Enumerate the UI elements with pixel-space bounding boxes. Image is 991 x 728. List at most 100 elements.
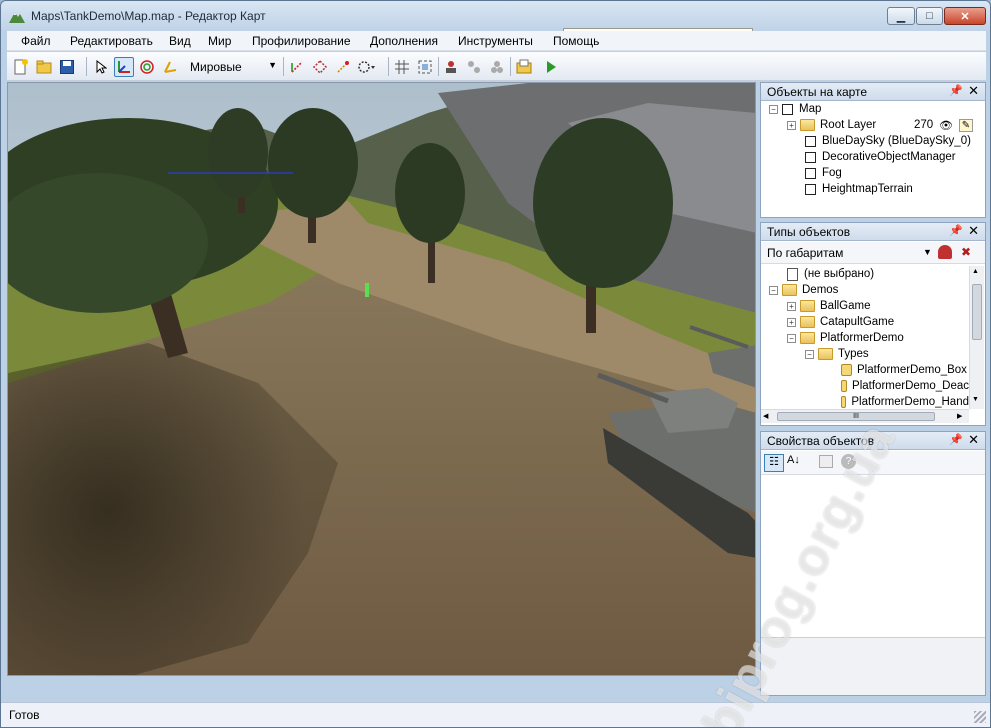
coordinate-mode-value: Мировые <box>190 60 242 74</box>
coordinate-mode-select[interactable]: Мировые ▼ <box>185 57 281 77</box>
grid-icon[interactable] <box>392 57 412 77</box>
document-icon <box>787 267 798 281</box>
types-item-catapultgame[interactable]: + CatapultGame <box>787 314 894 330</box>
types-item-platformer-box[interactable]: PlatformerDemo_Box <box>841 362 969 378</box>
menu-tools[interactable]: Инструменты <box>458 34 533 48</box>
menu-profiling[interactable]: Профилирование <box>252 34 351 48</box>
expand-icon[interactable]: + <box>787 120 796 130</box>
focus-icon[interactable] <box>415 57 435 77</box>
tree-item-label: (не выбрано) <box>804 268 875 280</box>
minimize-button[interactable]: ▁ <box>887 7 915 25</box>
scroll-up-icon[interactable]: ▲ <box>972 268 979 275</box>
title-bar[interactable]: Maps\TankDemo\Map.map - Редактор Карт ▁ … <box>1 1 990 31</box>
collapse-icon[interactable]: − <box>769 285 778 295</box>
collapse-icon[interactable]: − <box>769 104 778 114</box>
tree-item-label: BallGame <box>820 300 871 312</box>
tree-item-label: HeightmapTerrain <box>822 183 913 195</box>
types-item-platformer-hand[interactable]: PlatformerDemo_Hand <box>841 394 969 410</box>
folder-icon <box>800 332 815 344</box>
new-file-icon[interactable] <box>11 57 31 77</box>
menu-help[interactable]: Помощь <box>553 34 599 48</box>
close-icon[interactable]: ✕ <box>968 223 979 239</box>
select-arrow-icon[interactable] <box>91 57 111 77</box>
tree-item-fog[interactable]: Fog <box>805 165 842 181</box>
scene-viewport[interactable] <box>7 82 756 676</box>
types-item-demos[interactable]: − Demos <box>769 282 838 298</box>
save-icon[interactable] <box>57 57 77 77</box>
toolbar-separator <box>283 57 284 76</box>
tree-item-label: CatapultGame <box>820 316 895 328</box>
menu-world[interactable]: Мир <box>208 34 231 48</box>
collapse-icon[interactable]: − <box>805 349 814 359</box>
object-types-panel-title: Типы объектов <box>767 225 851 239</box>
objects-panel-title: Объекты на карте <box>767 85 868 99</box>
close-button[interactable]: ✕ <box>944 7 986 25</box>
expand-icon[interactable]: + <box>787 301 796 311</box>
edit-icon[interactable]: ✎ <box>959 118 973 132</box>
types-item-none[interactable]: (не выбрано) <box>787 266 874 282</box>
pin-icon[interactable]: 📌 <box>949 433 963 446</box>
tree-item-map[interactable]: − Map <box>769 101 821 117</box>
type-icon <box>841 380 848 392</box>
create-object-icon[interactable] <box>938 245 952 259</box>
tree-item-label: PlatformerDemo_Box <box>857 364 967 376</box>
main-toolbar: Мировые ▼ <box>7 52 986 81</box>
delete-icon[interactable]: ✖ <box>961 245 971 259</box>
tree-item-heightmap-terrain[interactable]: HeightmapTerrain <box>805 181 913 197</box>
move-gizmo-icon[interactable] <box>114 57 134 77</box>
tree-item-bluedaysky[interactable]: BlueDaySky (BlueDaySky_0) <box>805 133 971 149</box>
tree-item-label: DecorativeObjectManager <box>822 151 956 163</box>
maximize-button[interactable]: □ <box>916 7 943 25</box>
folder-icon <box>782 284 797 296</box>
toolbar-separator <box>86 57 87 76</box>
menu-edit[interactable]: Редактировать <box>70 34 153 48</box>
tree-item-label: PlatformerDemo_Deac <box>852 380 969 392</box>
pin-icon[interactable]: 📌 <box>949 224 963 237</box>
tree-item-label: Map <box>799 103 822 115</box>
scale-gizmo-icon[interactable] <box>160 57 180 77</box>
menu-addons[interactable]: Дополнения <box>370 34 438 48</box>
tree-item-root-layer[interactable]: + Root Layer 270 👁 ✎ <box>787 117 983 133</box>
types-item-platformer-dead[interactable]: PlatformerDemo_Deac <box>841 378 969 394</box>
open-folder-icon[interactable] <box>34 57 54 77</box>
chevron-down-icon[interactable]: ▼ <box>923 247 932 257</box>
scroll-right-icon[interactable]: ▶ <box>957 412 962 420</box>
rotate-gizmo-icon[interactable] <box>137 57 157 77</box>
properties-icon[interactable] <box>514 57 534 77</box>
sort-alphabetical-icon[interactable]: A↓ <box>787 454 800 466</box>
snap-move-icon[interactable] <box>287 57 307 77</box>
snap-align-icon[interactable] <box>356 57 376 77</box>
types-item-types[interactable]: − Types <box>805 346 869 362</box>
folder-icon <box>800 119 815 131</box>
close-icon[interactable]: ✕ <box>968 432 979 448</box>
collapse-icon[interactable]: − <box>787 333 796 343</box>
object-types-panel: Типы объектов 📌 ✕ По габаритам ▼ ✖ (не в… <box>760 222 986 426</box>
folder-icon <box>818 348 833 360</box>
play-icon[interactable] <box>541 57 561 77</box>
chevron-down-icon: ▼ <box>268 60 277 70</box>
scroll-down-icon[interactable]: ▼ <box>972 396 979 403</box>
categorized-view-icon[interactable]: ☷ <box>764 454 784 472</box>
tree-item-decorative-manager[interactable]: DecorativeObjectManager <box>805 149 956 165</box>
toolbar-separator <box>438 57 439 76</box>
types-item-ballgame[interactable]: + BallGame <box>787 298 871 314</box>
expand-icon[interactable]: + <box>787 317 796 327</box>
snap-rotate-icon[interactable] <box>310 57 330 77</box>
types-item-platformerdemo[interactable]: − PlatformerDemo <box>787 330 904 346</box>
types-filter-select[interactable]: По габаритам <box>767 246 843 260</box>
window-title: Maps\TankDemo\Map.map - Редактор Карт <box>31 9 266 23</box>
close-icon[interactable]: ✕ <box>968 83 979 99</box>
create-object-icon[interactable] <box>441 57 461 77</box>
status-text: Готов <box>9 708 40 722</box>
menu-file[interactable]: Файл <box>21 34 51 48</box>
resize-grip-icon[interactable] <box>974 711 986 723</box>
scroll-left-icon[interactable]: ◀ <box>763 412 768 420</box>
snap-scale-icon[interactable] <box>333 57 353 77</box>
types-vertical-scrollbar[interactable]: ▲ ▼ <box>969 266 984 409</box>
pin-icon[interactable]: 📌 <box>949 84 963 97</box>
scrollbar-thumb[interactable] <box>972 284 982 340</box>
eye-icon[interactable]: 👁 <box>939 119 953 132</box>
group-icon[interactable] <box>487 57 507 77</box>
menu-view[interactable]: Вид <box>169 34 191 48</box>
clone-icon[interactable] <box>464 57 484 77</box>
